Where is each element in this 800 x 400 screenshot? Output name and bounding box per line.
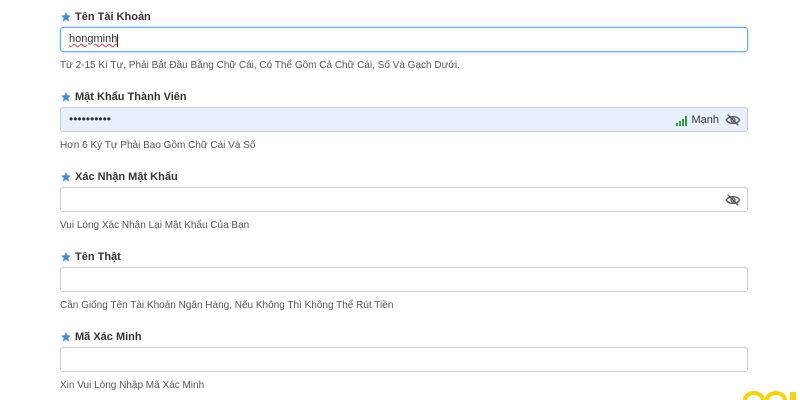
strength-label: Mạnh bbox=[691, 114, 719, 126]
star-icon bbox=[61, 172, 71, 182]
decorative-corner-mark bbox=[743, 391, 796, 400]
confirm-password-label-text: Xác Nhận Mật Khẩu bbox=[75, 171, 178, 183]
real-name-input[interactable] bbox=[61, 268, 747, 291]
star-icon bbox=[61, 332, 71, 342]
eye-slash-icon[interactable] bbox=[725, 193, 741, 207]
verification-code-label: Mã Xác Minh bbox=[60, 330, 142, 344]
verification-code-hint: Xin Vui Lòng Nhập Mã Xác Minh bbox=[60, 380, 205, 391]
confirm-password-field[interactable] bbox=[60, 187, 748, 212]
password-strength: Mạnh bbox=[676, 114, 719, 126]
real-name-hint: Cần Giống Tên Tài Khoản Ngân Hàng, Nếu K… bbox=[60, 300, 394, 311]
real-name-group: Tên Thật Cần Giống Tên Tài Khoản Ngân Hà… bbox=[60, 240, 750, 320]
password-label: Mật Khẩu Thành Viên bbox=[60, 90, 187, 104]
confirm-password-group: Xác Nhận Mật Khẩu Vui Lòng Xác Nhận Lại … bbox=[60, 160, 750, 240]
password-field[interactable]: •••••••••• Mạnh bbox=[60, 107, 748, 132]
verification-code-group: Mã Xác Minh Xin Vui Lòng Nhập Mã Xác Min… bbox=[60, 320, 750, 400]
password-value[interactable]: •••••••••• bbox=[69, 112, 111, 126]
verification-code-input[interactable] bbox=[61, 348, 747, 371]
username-field[interactable]: hongminh bbox=[60, 27, 748, 52]
star-icon bbox=[61, 12, 71, 22]
star-icon bbox=[61, 252, 71, 262]
real-name-field[interactable] bbox=[60, 267, 748, 292]
eye-slash-icon[interactable] bbox=[725, 113, 741, 127]
confirm-password-hint: Vui Lòng Xác Nhận Lại Mật Khẩu Của Bạn bbox=[60, 220, 250, 231]
confirm-password-label: Xác Nhận Mật Khẩu bbox=[60, 170, 178, 184]
username-group: Tên Tài Khoản hongminh Từ 2-15 Kí Tự, Ph… bbox=[60, 0, 750, 80]
real-name-label: Tên Thật bbox=[60, 250, 121, 264]
text-caret bbox=[117, 34, 118, 47]
real-name-label-text: Tên Thật bbox=[75, 251, 121, 263]
registration-form: Tên Tài Khoản hongminh Từ 2-15 Kí Tự, Ph… bbox=[60, 0, 750, 400]
star-icon bbox=[61, 92, 71, 102]
signal-bars-icon bbox=[676, 116, 688, 126]
password-label-text: Mật Khẩu Thành Viên bbox=[75, 91, 187, 103]
username-hint: Từ 2-15 Kí Tự, Phải Bắt Đầu Bằng Chữ Cái… bbox=[60, 60, 460, 71]
username-label: Tên Tài Khoản bbox=[60, 10, 151, 24]
password-hint: Hơn 6 Ký Tự Phải Bao Gồm Chữ Cái Và Số bbox=[60, 140, 256, 151]
confirm-password-input[interactable] bbox=[61, 188, 747, 211]
verification-code-field[interactable] bbox=[60, 347, 748, 372]
username-label-text: Tên Tài Khoản bbox=[75, 11, 151, 23]
password-group: Mật Khẩu Thành Viên •••••••••• Mạnh Hơn … bbox=[60, 80, 750, 160]
verification-code-label-text: Mã Xác Minh bbox=[75, 331, 142, 343]
username-value[interactable]: hongminh bbox=[69, 33, 117, 45]
